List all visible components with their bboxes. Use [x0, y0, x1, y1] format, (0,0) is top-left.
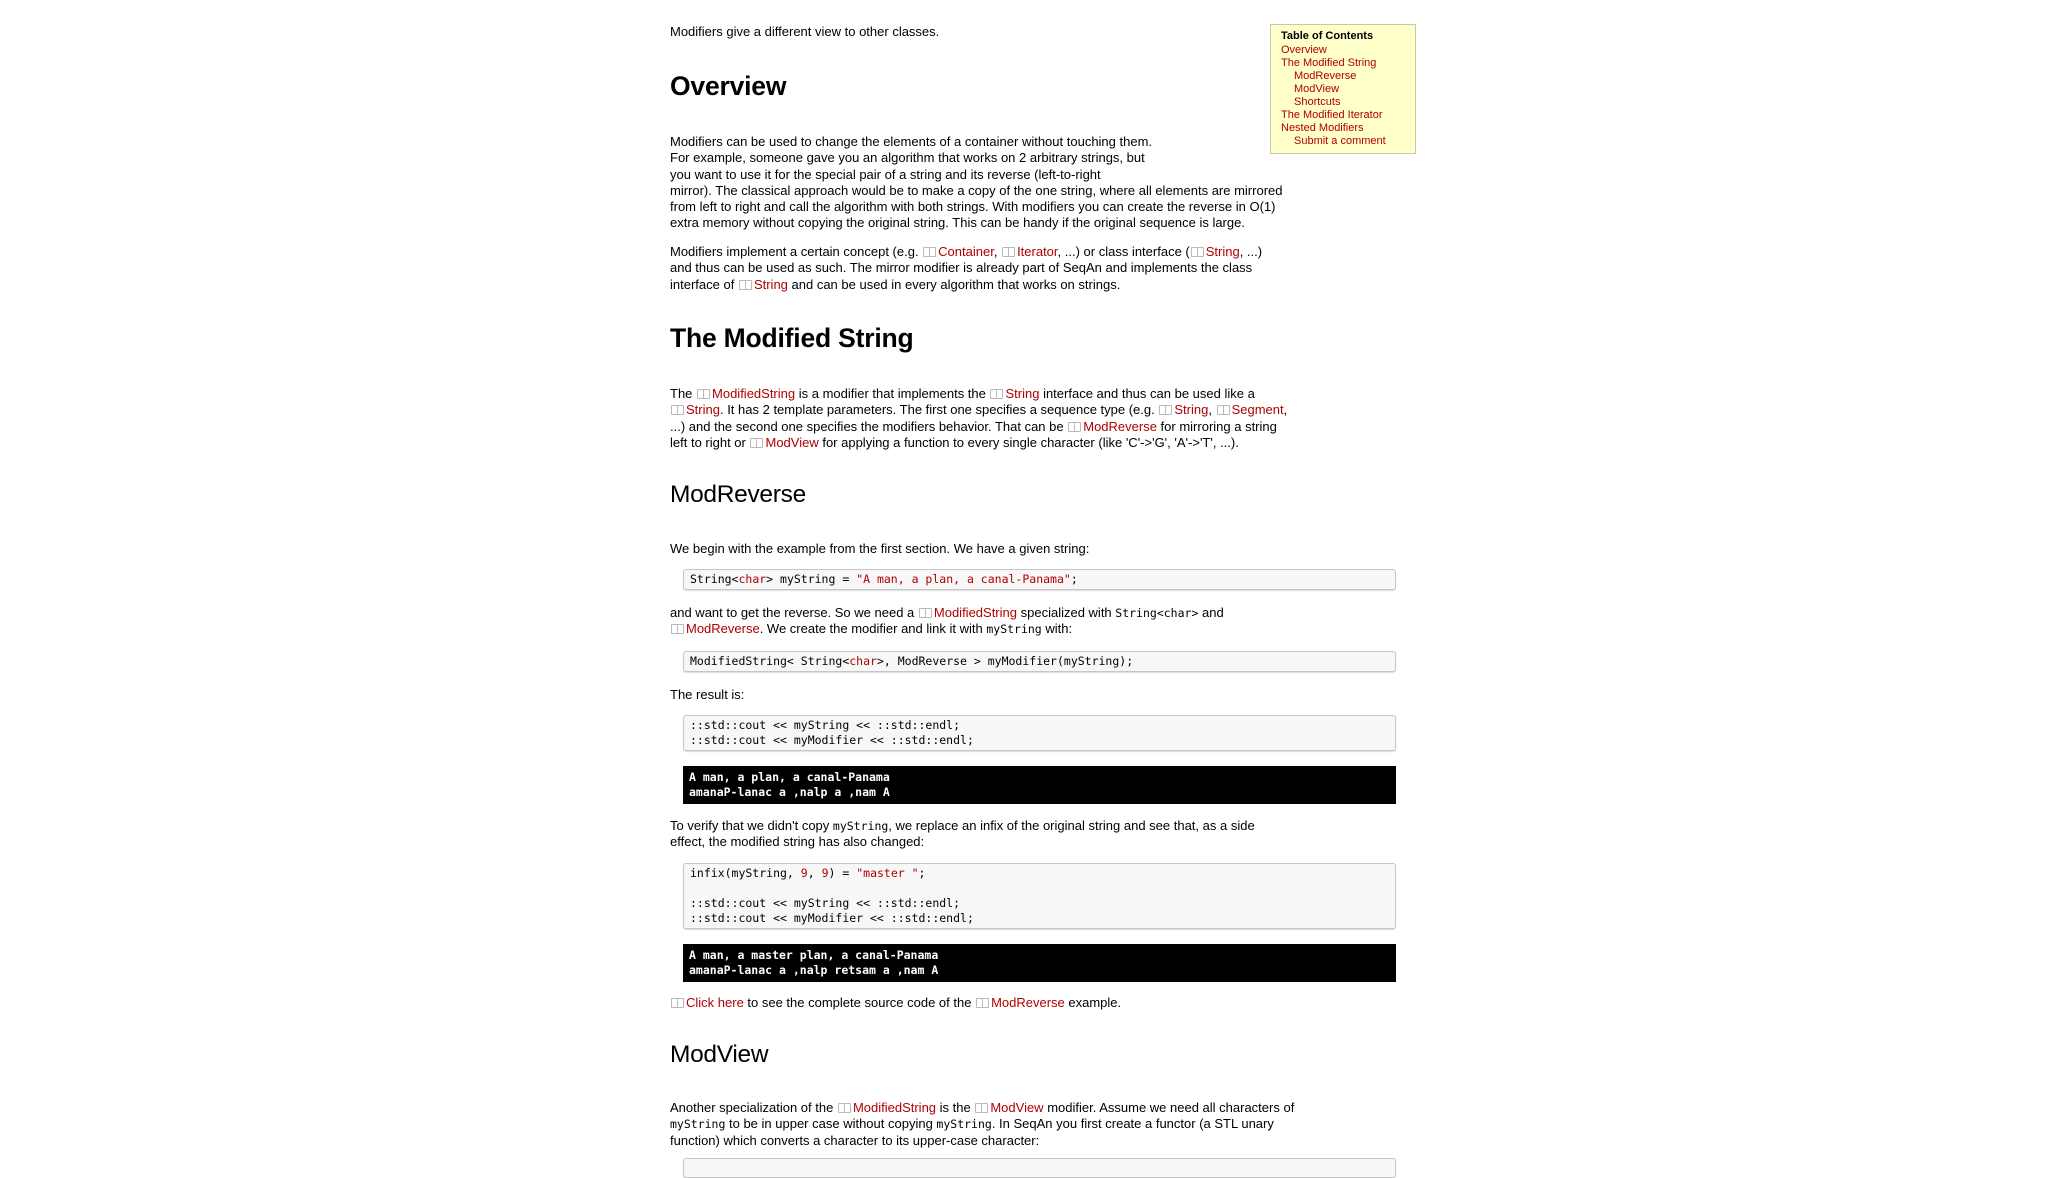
- console-output-1: A man, a plan, a canal-Panama amanaP-lana…: [683, 766, 1396, 804]
- toc-link-modified-iterator[interactable]: The Modified Iterator: [1281, 109, 1405, 122]
- link-modview[interactable]: ModView: [749, 435, 819, 450]
- link-modreverse[interactable]: ModReverse: [975, 995, 1065, 1010]
- book-icon: [1001, 246, 1016, 257]
- text-line: and want to get the reverse. So we need …: [670, 605, 1224, 620]
- toc-link-shortcuts[interactable]: Shortcuts: [1281, 96, 1405, 109]
- intro-text: Modifiers give a different view to other…: [670, 24, 940, 39]
- book-icon: [974, 1102, 989, 1113]
- code-block-string-declaration: String<char> myString = "A man, a plan, …: [683, 569, 1396, 590]
- code-block-output-statements: ::std::cout << myString << ::std::endl;:…: [683, 715, 1396, 751]
- modreverse-intro: We begin with the example from the first…: [670, 541, 1090, 556]
- link-string[interactable]: String: [1190, 244, 1240, 259]
- book-icon: [1158, 404, 1173, 416]
- overview-paragraph-1: Modifiers can be used to change the elem…: [670, 134, 1410, 232]
- text-line: For example, someone gave you an algorit…: [670, 150, 1145, 166]
- result-label: The result is:: [670, 687, 745, 702]
- link-string[interactable]: String: [1158, 402, 1208, 417]
- text-line: ModReverse. We create the modifier and l…: [670, 621, 1410, 637]
- link-iterator[interactable]: Iterator: [1001, 244, 1058, 259]
- heading-overview: Overview: [670, 71, 787, 101]
- toc-link-modview[interactable]: ModView: [1281, 83, 1405, 96]
- book-icon: [670, 623, 684, 635]
- source-code-link-line: Click here to see the complete source co…: [670, 995, 1410, 1011]
- text-line: ...) and the second one specifies the mo…: [670, 418, 1277, 434]
- text-line: The ModifiedString is a modifier that im…: [670, 386, 1255, 401]
- book-icon: [975, 997, 990, 1008]
- book-icon: [670, 997, 684, 1008]
- heading-modified-string: The Modified String: [670, 323, 914, 353]
- text-line: extra memory without copying the origina…: [670, 215, 1245, 231]
- link-string[interactable]: String: [738, 277, 788, 292]
- text-line: mirror). The classical approach would be…: [670, 182, 1283, 198]
- text-line: function) which converts a character to …: [670, 1132, 1040, 1148]
- text-line: you want to use it for the special pair …: [670, 166, 1101, 182]
- modview-paragraph: Another specialization of the ModifiedSt…: [670, 1100, 1410, 1149]
- book-icon: [738, 279, 752, 290]
- code-block-modifier-declaration: ModifiedString< String<char>, ModReverse…: [683, 651, 1396, 672]
- text-line: effect, the modified string has also cha…: [670, 834, 925, 850]
- text-line: To verify that we didn't copy myString, …: [670, 818, 1255, 833]
- book-icon: [989, 388, 1004, 399]
- toc-title: Table of Contents: [1281, 30, 1374, 42]
- link-container[interactable]: Container: [922, 244, 994, 259]
- toc-link-overview[interactable]: Overview: [1281, 44, 1405, 57]
- heading-modreverse: ModReverse: [670, 481, 806, 508]
- toc-link-modreverse[interactable]: ModReverse: [1281, 70, 1405, 83]
- text-line: Modifiers implement a certain concept (e…: [670, 244, 1263, 259]
- book-icon: [1067, 421, 1082, 432]
- book-icon: [922, 246, 937, 257]
- book-icon: [670, 404, 684, 416]
- book-icon: [1216, 404, 1230, 416]
- link-modreverse[interactable]: ModReverse: [1067, 419, 1157, 434]
- link-modifiedstring[interactable]: ModifiedString: [696, 386, 795, 401]
- console-output-2: A man, a master plan, a canal-Panama aman…: [683, 944, 1396, 982]
- text-line: myString to be in upper case without cop…: [670, 1116, 1274, 1132]
- toc-link-modified-string[interactable]: The Modified String: [1281, 57, 1405, 70]
- code-block-functor-partial: [683, 1158, 1396, 1178]
- text-line: and thus can be used as such. The mirror…: [670, 260, 1253, 276]
- link-string[interactable]: String: [670, 402, 720, 417]
- link-modview[interactable]: ModView: [974, 1100, 1044, 1115]
- link-modifiedstring[interactable]: ModifiedString: [918, 605, 1017, 620]
- text-line: Modifiers can be used to change the elem…: [670, 134, 1153, 149]
- modreverse-paragraph-2: and want to get the reverse. So we need …: [670, 605, 1410, 638]
- link-modifiedstring[interactable]: ModifiedString: [837, 1100, 936, 1115]
- overview-paragraph-2: Modifiers implement a certain concept (e…: [670, 244, 1410, 293]
- heading-modview: ModView: [670, 1041, 769, 1068]
- book-icon: [696, 388, 711, 399]
- link-modreverse[interactable]: ModReverse: [670, 621, 760, 636]
- link-segment[interactable]: Segment: [1216, 402, 1284, 417]
- link-click-here[interactable]: Click here: [670, 995, 744, 1010]
- text-line: left to right or ModView for applying a …: [670, 434, 1239, 450]
- code-block-infix: infix(myString, 9, 9) = "master "; ::std…: [683, 863, 1396, 929]
- book-icon: [918, 607, 932, 618]
- link-string[interactable]: String: [989, 386, 1039, 401]
- modreverse-paragraph-4: To verify that we didn't copy myString, …: [670, 818, 1410, 851]
- book-icon: [1190, 246, 1204, 257]
- text-line: Another specialization of the ModifiedSt…: [670, 1100, 1295, 1115]
- text-line: String. It has 2 template parameters. Th…: [670, 402, 1410, 418]
- book-icon: [749, 437, 764, 448]
- book-icon: [837, 1102, 851, 1113]
- modified-string-paragraph: The ModifiedString is a modifier that im…: [670, 386, 1410, 451]
- text-line: from left to right and call the algorith…: [670, 199, 1276, 215]
- text-line: interface of String and can be used in e…: [670, 276, 1121, 292]
